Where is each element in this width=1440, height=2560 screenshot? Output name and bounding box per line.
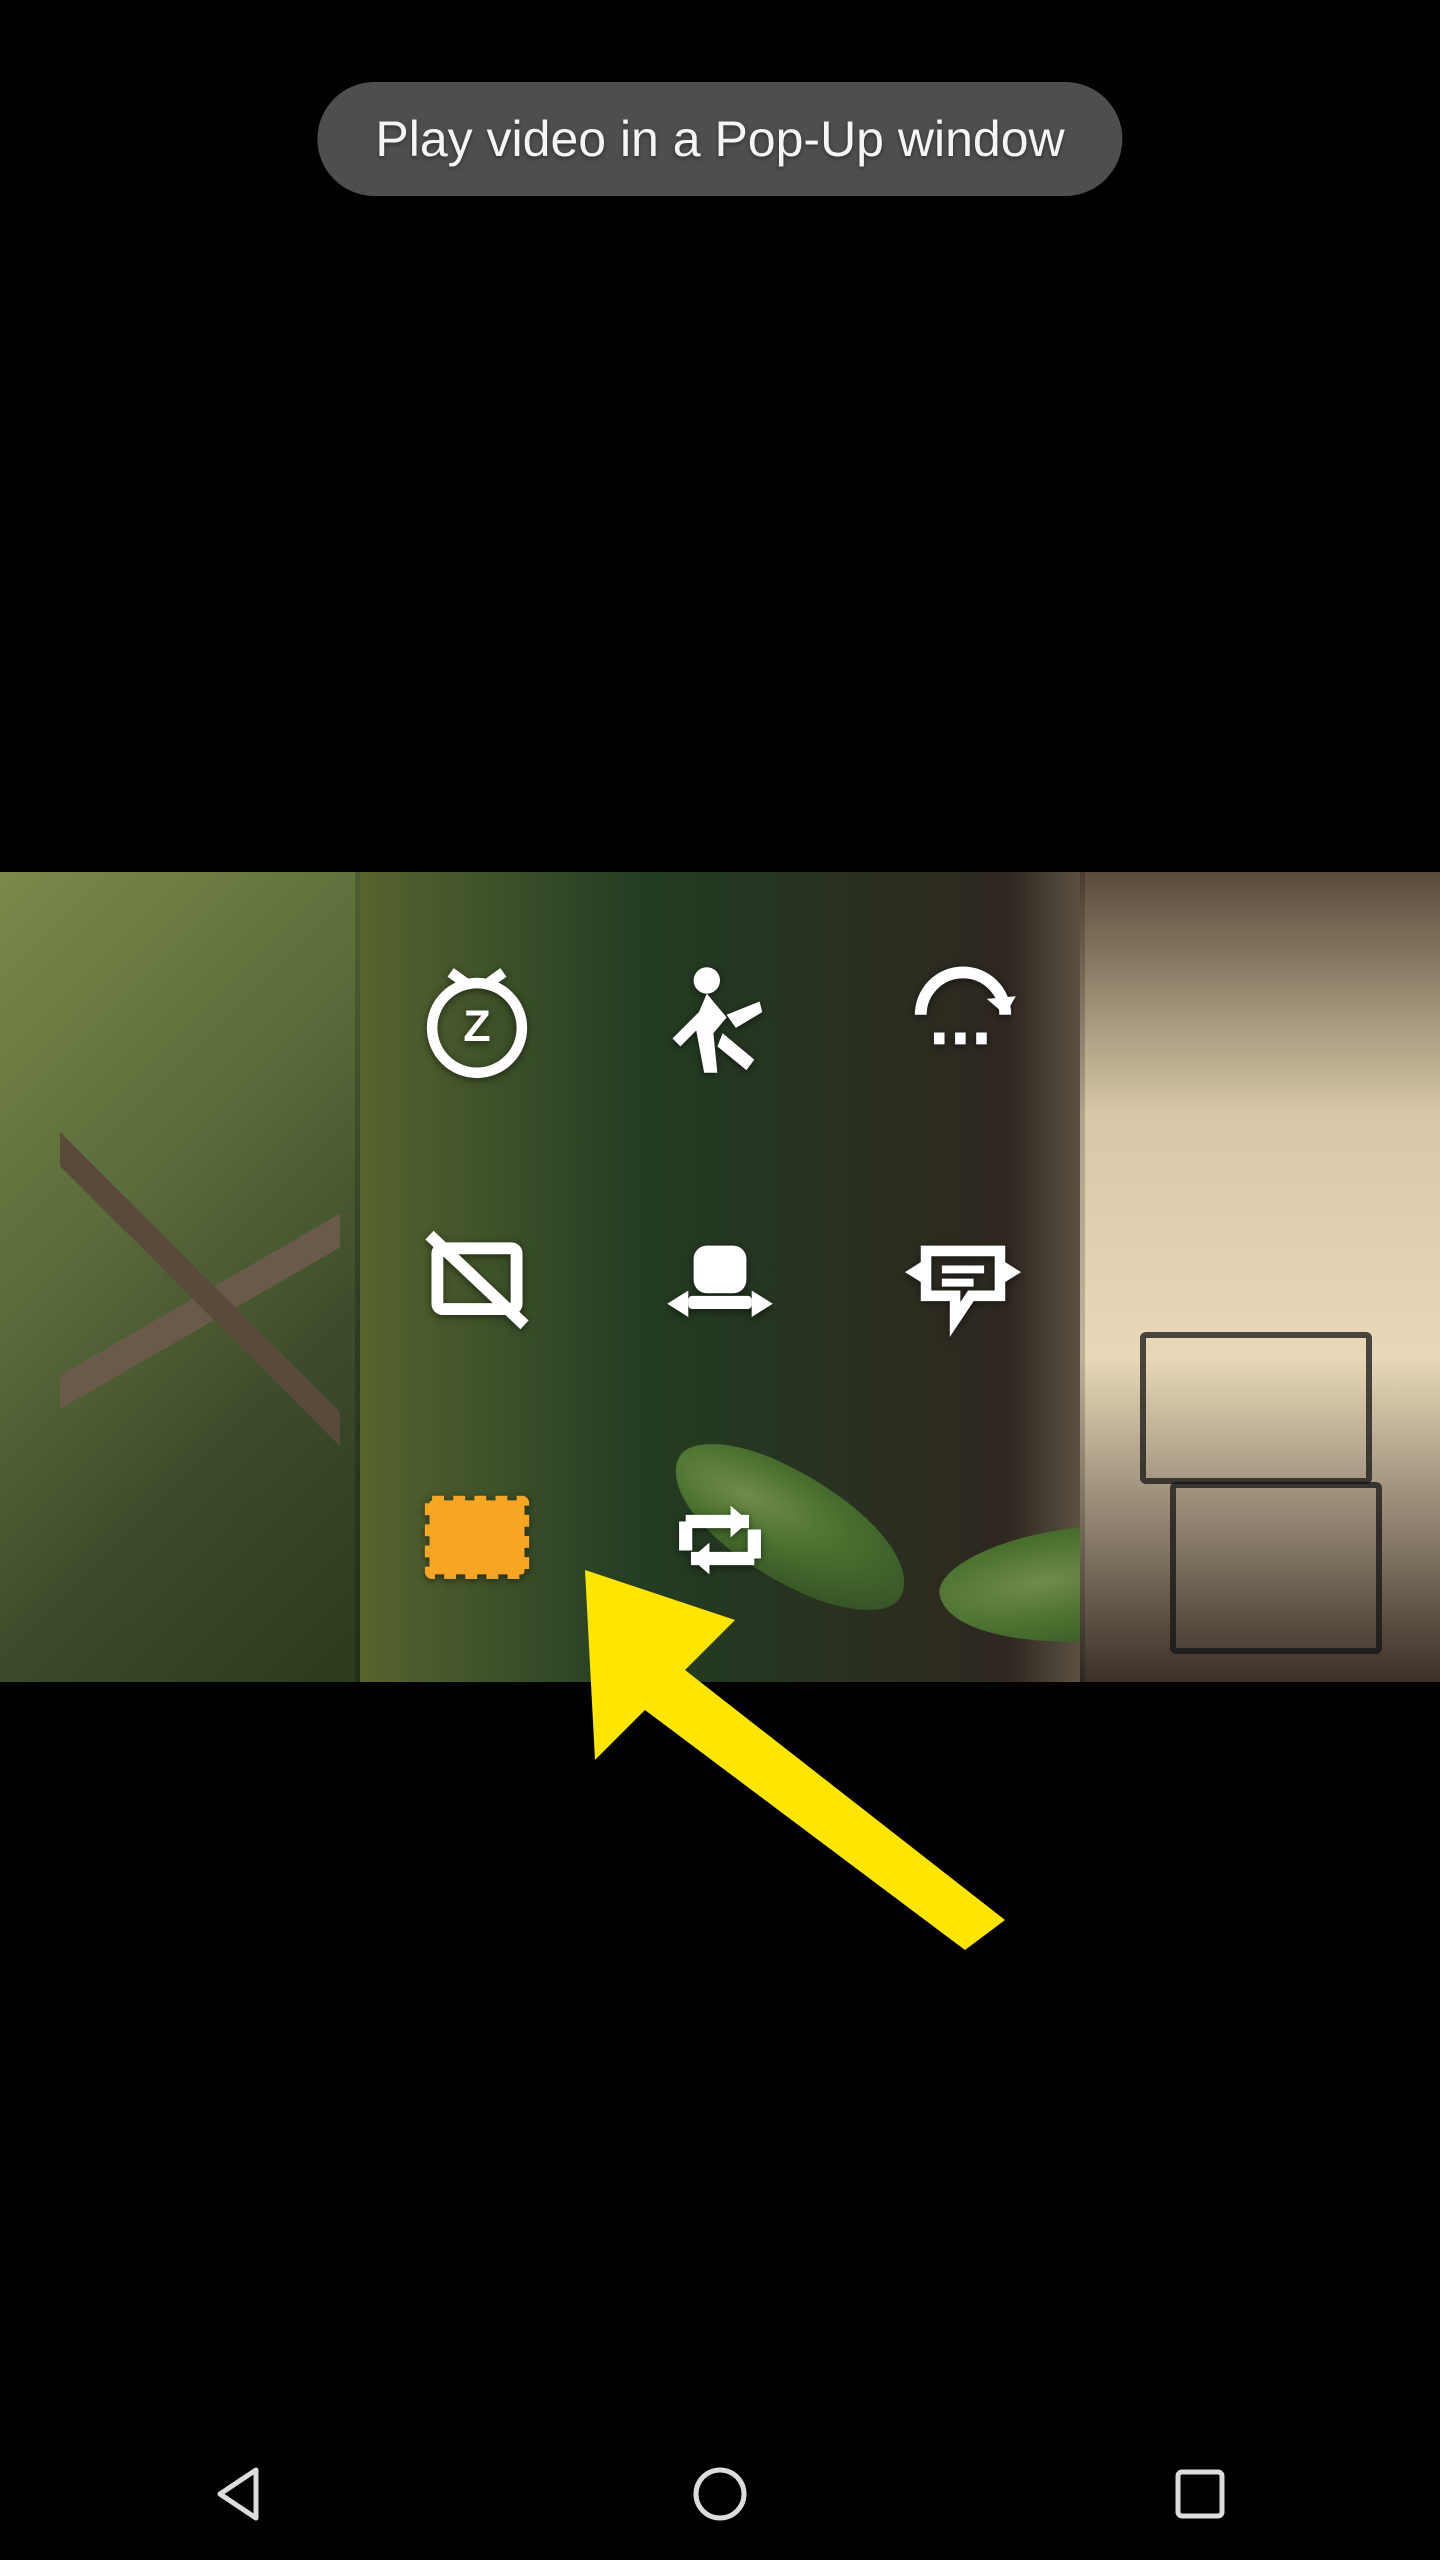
recent-square-icon xyxy=(1164,2458,1236,2535)
playback-speed-icon xyxy=(654,954,786,1091)
nav-recent-button[interactable] xyxy=(1140,2456,1260,2536)
rotate-icon xyxy=(897,954,1029,1091)
screen-stretch-icon xyxy=(654,1214,786,1351)
aspect-ratio-off-icon xyxy=(411,1214,543,1351)
android-navbar xyxy=(0,2432,1440,2560)
sleep-timer-icon: Z xyxy=(411,954,543,1091)
aspect-ratio-button[interactable] xyxy=(377,1182,577,1382)
nav-home-button[interactable] xyxy=(660,2456,780,2536)
playback-speed-button[interactable] xyxy=(620,922,820,1122)
screen-stretch-button[interactable] xyxy=(620,1182,820,1382)
nav-back-button[interactable] xyxy=(180,2456,300,2536)
toast-text: Play video in a Pop-Up window xyxy=(375,111,1064,167)
subtitle-sync-button[interactable] xyxy=(863,1182,1063,1382)
playback-options-grid: Z xyxy=(355,872,1085,1682)
toast-message: Play video in a Pop-Up window xyxy=(317,82,1122,196)
video-content-branch xyxy=(60,1072,340,1472)
repeat-icon xyxy=(654,1474,786,1611)
popup-play-icon xyxy=(411,1474,543,1611)
home-circle-icon xyxy=(684,2458,756,2535)
video-player-screen: Play video in a Pop-Up window Z xyxy=(0,0,1440,2432)
popup-play-button[interactable] xyxy=(377,1442,577,1642)
rotate-button[interactable] xyxy=(863,922,1063,1122)
video-frame[interactable]: Z xyxy=(0,872,1440,1682)
svg-text:Z: Z xyxy=(463,1000,490,1051)
sleep-timer-button[interactable]: Z xyxy=(377,922,577,1122)
video-content-chair xyxy=(1140,1332,1400,1652)
back-triangle-icon xyxy=(204,2458,276,2535)
subtitle-sync-icon xyxy=(897,1214,1029,1351)
repeat-button[interactable] xyxy=(620,1442,820,1642)
